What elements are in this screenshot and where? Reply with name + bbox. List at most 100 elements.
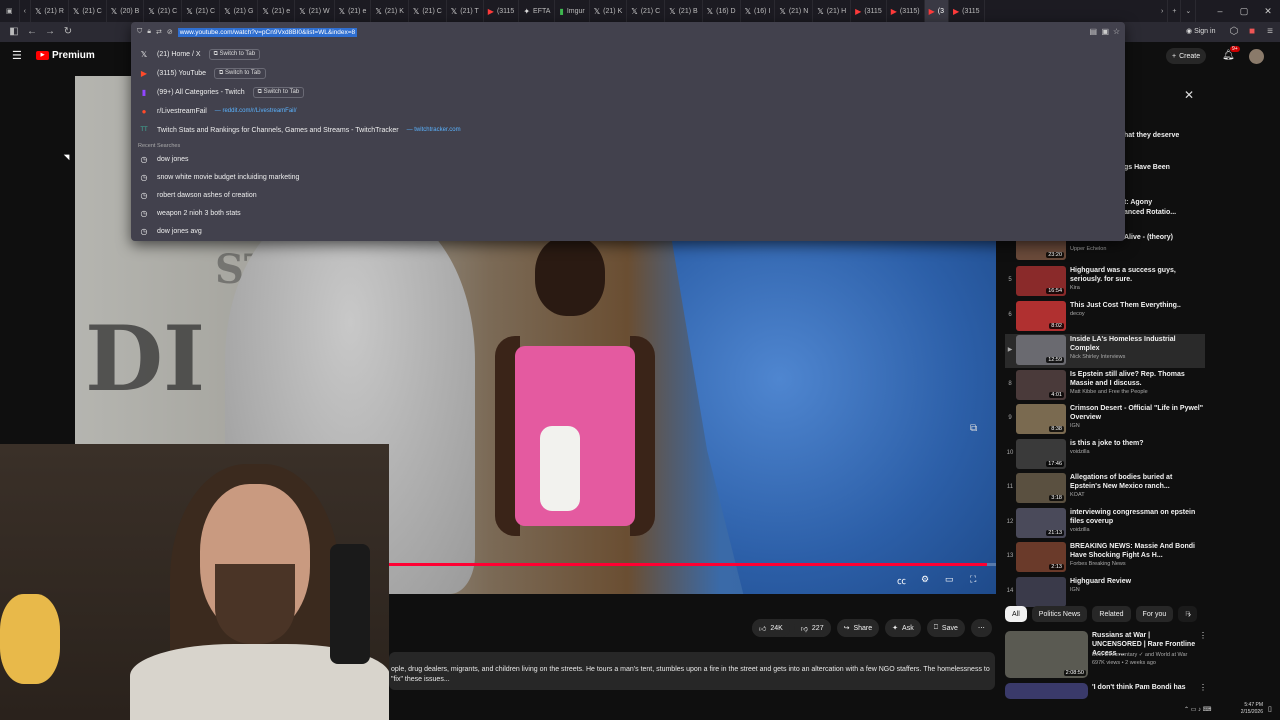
pip-icon[interactable]: ▣ (1101, 27, 1109, 36)
switch-to-tab-button[interactable]: ⧉ Switch to Tab (214, 67, 266, 79)
tab-list-button[interactable]: ▣ (0, 0, 20, 22)
settings-gear-icon[interactable]: ⚙ (921, 574, 929, 585)
suggestion-item[interactable]: TT Twitch Stats and Rankings for Channel… (139, 121, 1109, 139)
new-tab-button[interactable]: + (1168, 0, 1182, 22)
playlist-item[interactable]: 5 16:54 Highguard was a success guys, se… (1005, 265, 1205, 299)
filter-chip[interactable]: For you (1135, 606, 1174, 622)
create-button[interactable]: + Create (1166, 48, 1207, 64)
playlist-title-partial[interactable]: t: Agony (1124, 199, 1152, 206)
browser-tab[interactable]: 𝕏 (21) C (627, 0, 666, 22)
browser-tab[interactable]: 𝕏 (16) I (741, 0, 776, 22)
browser-tab[interactable]: 𝕏 (21) N (775, 0, 814, 22)
chips-next-icon[interactable]: › (1188, 609, 1191, 619)
fullscreen-icon[interactable]: ⛶ (970, 574, 976, 585)
save-button[interactable]: ⎕ Save (926, 619, 965, 637)
browser-tab[interactable]: ▶ (3115 (949, 0, 985, 22)
filter-chip[interactable]: Politics News (1031, 606, 1088, 622)
playlist-item[interactable]: 14 Highguard Review IGN (1005, 576, 1205, 610)
playlist-item[interactable]: 8 4:01 Is Epstein still alive? Rep. Thom… (1005, 369, 1205, 403)
browser-tab[interactable]: 𝕏 (21) B (665, 0, 703, 22)
back-button[interactable]: ← (24, 24, 40, 40)
notification-center-icon[interactable]: ▯ (1268, 705, 1272, 713)
browser-tab[interactable]: 𝕏 (21) W (295, 0, 335, 22)
extensions-icon[interactable]: ⬡ (1226, 24, 1242, 40)
video-description[interactable]: ople, drug dealers, migrants, and childr… (389, 652, 995, 690)
browser-tab[interactable]: 𝕏 (21) H (813, 0, 852, 22)
like-button[interactable]: 👍︎ 24K (752, 619, 790, 637)
browser-tab[interactable]: 𝕏 (21) T (447, 0, 484, 22)
minimize-button[interactable]: – (1208, 0, 1232, 22)
close-playlist-icon[interactable]: ✕ (1184, 88, 1194, 102)
reload-button[interactable]: ↻ (60, 24, 76, 40)
browser-tab[interactable]: 𝕏 (21) C (182, 0, 221, 22)
reader-view-icon[interactable]: ▤ (1089, 27, 1097, 36)
playlist-title-partial[interactable]: hat they deserve (1124, 132, 1179, 139)
playlist-item[interactable]: 9 8:38 Crimson Desert - Official "Life i… (1005, 403, 1205, 437)
captions-icon[interactable]: ㏄ (897, 574, 906, 587)
tracking-icon[interactable]: ⊘ (167, 28, 173, 36)
dislike-button[interactable]: 👎︎ 227 (793, 619, 831, 637)
recommended-video[interactable]: 'I don't think Pam Bondi has ⋮ (1005, 683, 1207, 703)
browser-tab[interactable]: 𝕏 (21) C (144, 0, 183, 22)
browser-tab[interactable]: 𝕏 (21) G (220, 0, 259, 22)
suggestion-item[interactable]: 𝕏 (21) Home / X ⧉ Switch to Tab (139, 45, 1109, 63)
sidebar-toggle-icon[interactable]: ◧ (6, 24, 22, 40)
recent-search-item[interactable]: ◷ weapon 2 nioh 3 both stats (139, 204, 1109, 222)
browser-tab[interactable]: ▶ (3115 (484, 0, 520, 22)
browser-tab[interactable]: ▶ (3115) (887, 0, 925, 22)
theater-mode-icon[interactable]: ▭ (945, 574, 954, 585)
recommended-video[interactable]: 2:08:50 Russians at War | UNCENSORED | R… (1005, 631, 1207, 681)
url-text[interactable]: www.youtube.com/watch?v=pCn9Vxd8BI0&list… (177, 27, 358, 37)
playlist-item[interactable]: 10 17:46 is this a joke to them? voidzil… (1005, 438, 1205, 472)
close-window-button[interactable]: ✕ (1256, 0, 1280, 22)
filter-chip[interactable]: Related (1092, 606, 1131, 622)
ask-button[interactable]: ✦ Ask (885, 619, 921, 637)
menu-icon[interactable]: ≡ (1262, 24, 1278, 40)
more-actions-button[interactable]: ⋯ (970, 619, 992, 637)
tab-overflow-icon[interactable]: ⌄ (1181, 0, 1197, 22)
browser-tab[interactable]: 𝕏 (21) K (590, 0, 628, 22)
more-options-icon[interactable]: ⋮ (1199, 683, 1207, 692)
shield-icon[interactable]: ⛉ (137, 28, 142, 36)
switch-to-tab-button[interactable]: ⧉ Switch to Tab (208, 48, 261, 60)
recent-search-item[interactable]: ◷ dow jones avg (139, 222, 1109, 240)
playlist-item[interactable]: 23:20 Upper Echelon (1005, 230, 1205, 260)
playlist-item[interactable]: 13 2:13 BREAKING NEWS: Massie And Bondi … (1005, 541, 1205, 575)
switch-to-tab-button[interactable]: ⧉ Switch to Tab (252, 86, 305, 98)
permissions-icon[interactable]: ⇄ (156, 28, 162, 36)
suggestion-item[interactable]: ● r/LivestreamFail — reddit.com/r/Livestr… (139, 102, 1109, 120)
browser-tab[interactable]: ▮ Imgur (555, 0, 590, 22)
maximize-button[interactable]: ▢ (1232, 0, 1256, 22)
browser-tab[interactable]: 𝕏 (21) e (335, 0, 372, 22)
tab-scroll-right[interactable]: › (1157, 0, 1169, 22)
suggestion-item[interactable]: ▶ (3115) YouTube ⧉ Switch to Tab (139, 64, 1109, 82)
browser-tab[interactable]: 𝕏 (21) C (409, 0, 447, 22)
browser-tab[interactable]: ▶ (3 (924, 0, 949, 22)
playlist-item[interactable]: ▶ 12:59 Inside LA's Homeless Industrial … (1005, 334, 1205, 368)
avatar[interactable] (1249, 49, 1264, 64)
playlist-item[interactable]: 12 21:13 interviewing congressman on eps… (1005, 507, 1205, 541)
playlist-item[interactable]: 11 3:18 Allegations of bodies buried at … (1005, 472, 1205, 506)
browser-tab[interactable]: 𝕏 (20) B (107, 0, 145, 22)
browser-tab[interactable]: 𝕏 (21) R (31, 0, 69, 22)
recent-search-item[interactable]: ◷ snow white movie budget incluiding mark… (139, 168, 1109, 186)
browser-tab[interactable]: 𝕏 (16) D (703, 0, 741, 22)
suggestion-item[interactable]: ▮ (99+) All Categories - Twitch ⧉ Switch … (139, 83, 1109, 101)
playlist-item[interactable]: 6 8:02 This Just Cost Them Everything.. … (1005, 300, 1205, 334)
tray-icons[interactable]: ⌃ ▭ ♪ ⌨ (1184, 706, 1211, 713)
extension-badge-icon[interactable]: ■ (1244, 24, 1260, 40)
browser-tab[interactable]: 𝕏 (21) K (371, 0, 409, 22)
bookmark-star-icon[interactable]: ☆ (1113, 27, 1120, 36)
more-options-icon[interactable]: ⋮ (1199, 631, 1207, 640)
forward-button[interactable]: → (42, 24, 58, 40)
url-bar[interactable]: ⛉ 🔒︎ ⇄ ⊘ www.youtube.com/watch?v=pCn9Vxd… (131, 22, 1125, 42)
playlist-title-partial[interactable]: gs Have Been (1124, 164, 1170, 171)
youtube-logo[interactable]: ▶ Premium (36, 50, 95, 61)
recent-search-item[interactable]: ◷ robert dawson ashes of creation (139, 186, 1109, 204)
miniplayer-icon[interactable]: ⧉ (970, 423, 977, 434)
sign-in-link[interactable]: ◉ Sign in (1186, 27, 1215, 35)
recent-search-item[interactable]: ◷ dow jones (139, 150, 1109, 168)
tab-scroll-left[interactable]: ‹ (20, 0, 31, 22)
browser-tab[interactable]: ✦ EFTA (519, 0, 556, 22)
share-button[interactable]: ↪ Share (836, 619, 880, 637)
